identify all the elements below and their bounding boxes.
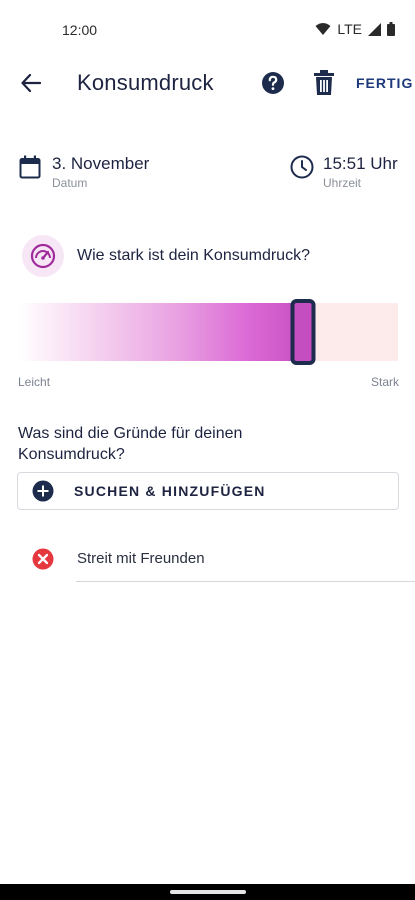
clock-icon[interactable] — [290, 155, 314, 179]
trash-icon[interactable] — [313, 70, 335, 96]
reason-list-item — [0, 540, 415, 582]
search-add-label: SUCHEN & HINZUFÜGEN — [74, 483, 266, 499]
battery-icon — [387, 22, 395, 36]
home-handle[interactable] — [170, 890, 246, 894]
slider-fill — [18, 303, 303, 361]
wifi-icon — [315, 23, 331, 35]
status-icons: LTE — [315, 21, 395, 37]
gauge-badge — [22, 235, 64, 277]
network-label: LTE — [337, 21, 362, 37]
slider-low-label: Leicht — [18, 375, 51, 389]
date-label: Datum — [52, 176, 88, 190]
done-button[interactable]: FERTIG — [356, 75, 413, 91]
help-icon[interactable] — [261, 71, 285, 95]
back-arrow-icon — [21, 74, 41, 92]
time-value[interactable]: 15:51 Uhr — [323, 154, 398, 174]
search-add-button[interactable]: SUCHEN & HINZUFÜGEN — [17, 472, 399, 510]
slider-high-label: Stark — [370, 375, 399, 389]
slider-thumb[interactable] — [290, 299, 316, 365]
intensity-slider[interactable] — [18, 299, 398, 365]
page-title: Konsumdruck — [77, 70, 214, 95]
reasons-question: Was sind die Gründe für deinen Konsumdru… — [18, 425, 243, 463]
signal-icon — [368, 22, 381, 36]
intensity-question: Wie stark ist dein Konsumdruck? — [77, 247, 310, 264]
date-value[interactable]: 3. November — [52, 154, 149, 174]
back-button[interactable] — [16, 68, 46, 98]
gauge-icon — [30, 243, 56, 269]
divider — [76, 581, 415, 582]
time-label: Uhrzeit — [323, 176, 362, 190]
calendar-icon[interactable] — [19, 155, 41, 179]
add-circle-icon — [32, 480, 54, 502]
remove-circle-icon[interactable] — [32, 548, 54, 570]
status-time: 12:00 — [62, 22, 98, 38]
reason-label: Streit mit Freunden — [77, 550, 205, 567]
